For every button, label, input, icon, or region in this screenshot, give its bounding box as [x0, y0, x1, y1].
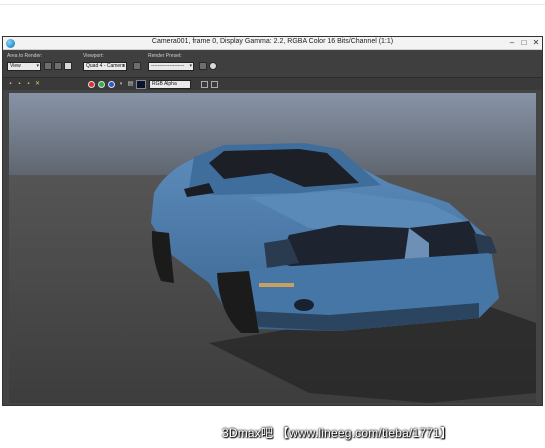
- window-title: Camera001, frame 0, Display Gamma: 2.2, …: [151, 38, 394, 45]
- background-color-swatch[interactable]: [136, 80, 146, 89]
- display-overlay-icon[interactable]: [211, 81, 218, 88]
- channel-display-select[interactable]: RGB Alpha: [149, 80, 191, 89]
- monochrome-icon[interactable]: ▤: [127, 81, 134, 88]
- chevron-down-icon: ▾: [189, 63, 192, 69]
- viewport-label: Viewport:: [83, 53, 104, 59]
- clone-frame-icon[interactable]: ▪: [16, 81, 23, 88]
- print-icon[interactable]: ▪: [25, 81, 32, 88]
- maximize-button[interactable]: □: [518, 37, 530, 49]
- page-top-divider: [0, 4, 545, 5]
- area-to-render-label: Area to Render:: [7, 53, 43, 59]
- rendered-car-image: [9, 93, 536, 403]
- render-toolbar: Area to Render: View ▾ Viewport: Quad 4 …: [3, 51, 542, 77]
- chevron-down-icon: ▾: [36, 63, 39, 69]
- render-region-icon[interactable]: [64, 62, 72, 70]
- render-viewport: [9, 93, 536, 403]
- blue-channel-toggle[interactable]: [108, 81, 115, 88]
- clear-icon[interactable]: ✕: [34, 81, 41, 88]
- viewport-select[interactable]: Quad 4 - Camera ▾: [83, 62, 127, 71]
- area-to-render-value: View: [10, 63, 21, 69]
- save-image-icon[interactable]: ▪: [7, 81, 14, 88]
- channel-display-value: RGB Alpha: [152, 81, 177, 87]
- lock-icon[interactable]: [133, 62, 141, 70]
- minimize-button[interactable]: –: [506, 37, 518, 49]
- toggle-ui-icon[interactable]: [201, 81, 208, 88]
- render-setup-icon[interactable]: [199, 62, 207, 70]
- alpha-channel-icon[interactable]: ◐: [118, 81, 125, 88]
- rendered-frame-window: Camera001, frame 0, Display Gamma: 2.2, …: [2, 36, 543, 406]
- green-channel-toggle[interactable]: [98, 81, 105, 88]
- render-preset-label: Render Preset:: [148, 53, 182, 59]
- chevron-down-icon: ▾: [122, 63, 125, 69]
- render-preset-select[interactable]: -------------------- ▾: [148, 62, 194, 71]
- red-channel-toggle[interactable]: [88, 81, 95, 88]
- watermark-text: 3Dmax吧 【www.lineeg.com/tieba/1771】: [222, 426, 453, 440]
- render-preset-value: --------------------: [151, 63, 185, 69]
- edit-region-icon[interactable]: [44, 62, 52, 70]
- auto-region-icon[interactable]: [54, 62, 62, 70]
- close-button[interactable]: ✕: [530, 37, 542, 49]
- environment-icon[interactable]: [209, 62, 217, 70]
- area-to-render-select[interactable]: View ▾: [7, 62, 41, 71]
- viewport-value: Quad 4 - Camera: [86, 63, 125, 69]
- title-bar: Camera001, frame 0, Display Gamma: 2.2, …: [3, 37, 542, 50]
- channel-toolbar: ▪ ▪ ▪ ✕ ◐ ▤ RGB Alpha: [3, 77, 542, 90]
